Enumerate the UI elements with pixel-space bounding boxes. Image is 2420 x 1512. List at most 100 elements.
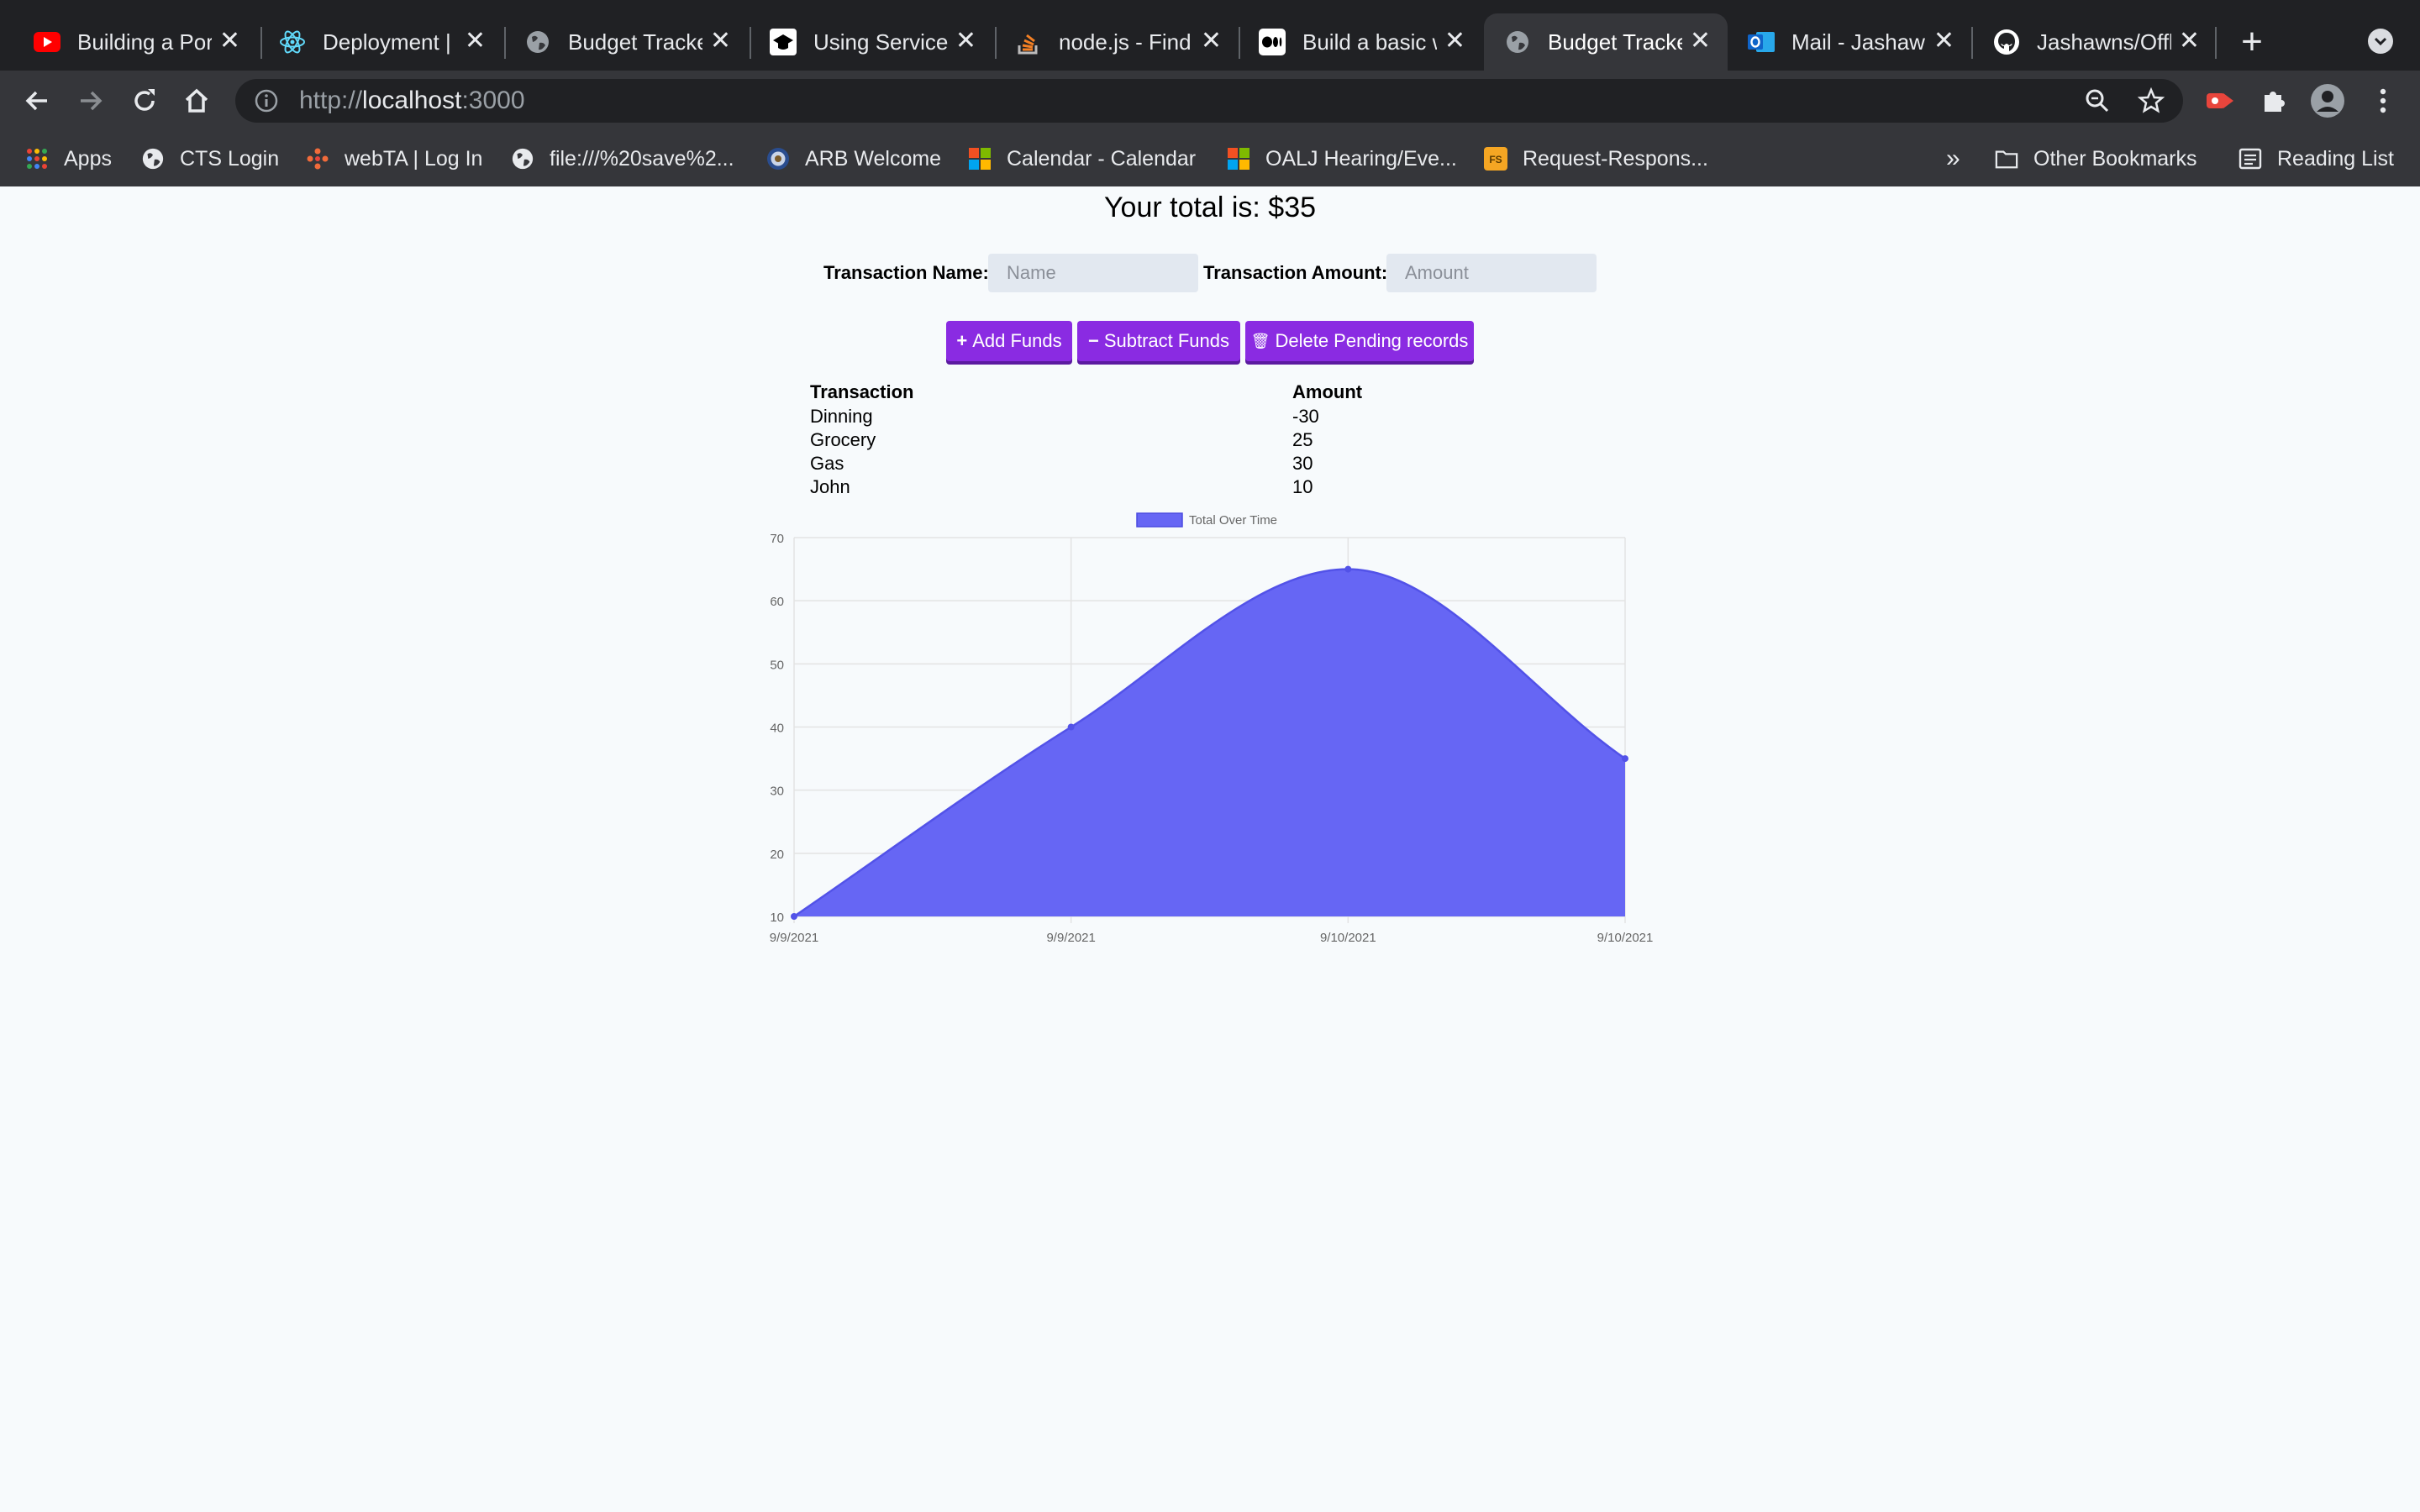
close-tab-icon[interactable]: ✕ bbox=[1690, 29, 1711, 54]
tab-title: node.js - Find bbox=[1059, 29, 1192, 55]
forward-button[interactable] bbox=[72, 82, 109, 119]
browser-tab[interactable]: Jashawns/Offl ✕ bbox=[1973, 13, 2217, 71]
other-bookmarks[interactable]: Other Bookmarks bbox=[1995, 131, 2197, 186]
tab-title: Budget Tracke bbox=[568, 29, 702, 55]
browser-tab[interactable]: Using Service ✕ bbox=[750, 13, 993, 71]
legend-label: Total Over Time bbox=[1189, 513, 1277, 528]
medium-icon bbox=[1259, 29, 1286, 55]
bookmark-apps[interactable]: Apps bbox=[25, 131, 112, 186]
legend-swatch bbox=[1136, 512, 1183, 528]
stackoverflow-icon bbox=[1015, 29, 1042, 55]
data-point bbox=[1067, 723, 1075, 731]
x-tick-label: 9/9/2021 bbox=[770, 931, 818, 945]
bookmark-label: ARB Welcome bbox=[805, 146, 942, 171]
zoom-icon[interactable] bbox=[2084, 87, 2111, 114]
bookmark-calendar[interactable]: Calendar - Calendar bbox=[968, 131, 1196, 186]
profile-avatar[interactable] bbox=[2309, 82, 2346, 119]
bookmark-label: Calendar - Calendar bbox=[1007, 146, 1197, 171]
y-tick-label: 70 bbox=[770, 532, 784, 546]
reading-list[interactable]: Reading List bbox=[2238, 131, 2394, 186]
webta-icon bbox=[307, 148, 329, 170]
bookmark-arb-welcome[interactable]: ARB Welcome bbox=[766, 131, 941, 186]
y-tick-label: 40 bbox=[770, 722, 784, 736]
browser-toolbar: http://localhost:3000 bbox=[0, 71, 2420, 131]
globe-icon bbox=[524, 29, 551, 55]
tab-title: Build a basic w bbox=[1302, 29, 1437, 55]
other-bookmarks-label: Other Bookmarks bbox=[2033, 146, 2197, 171]
y-tick-label: 20 bbox=[770, 848, 784, 862]
globe-icon bbox=[142, 148, 164, 170]
close-tab-icon[interactable]: ✕ bbox=[1201, 29, 1222, 54]
address-bar[interactable]: http://localhost:3000 bbox=[235, 79, 2183, 123]
arrow-left-icon bbox=[25, 91, 47, 111]
close-tab-icon[interactable]: ✕ bbox=[955, 29, 976, 54]
info-icon bbox=[255, 89, 278, 113]
tab-title: Jashawns/Offl bbox=[2037, 29, 2171, 55]
bookmark-label: Request-Respons... bbox=[1523, 146, 1708, 171]
y-tick-label: 50 bbox=[770, 658, 784, 672]
bookmark-file[interactable]: file:///%20save%2... bbox=[511, 131, 734, 186]
github-icon bbox=[1993, 29, 2020, 55]
new-tab-button[interactable]: + bbox=[2235, 18, 2269, 66]
bookmarks-overflow-button[interactable]: » bbox=[1946, 131, 1960, 186]
browser-tab[interactable]: Build a basic w ✕ bbox=[1239, 13, 1482, 71]
globe-icon bbox=[1504, 29, 1531, 55]
react-icon bbox=[279, 29, 306, 55]
data-point bbox=[1622, 755, 1628, 763]
tab-title: Building a Port bbox=[77, 29, 212, 55]
close-tab-icon[interactable]: ✕ bbox=[465, 29, 486, 54]
bookmark-request-response[interactable]: FS Request-Respons... bbox=[1484, 131, 1708, 186]
browser-tab[interactable]: node.js - Find ✕ bbox=[995, 13, 1239, 71]
close-tab-icon[interactable]: ✕ bbox=[1444, 29, 1465, 54]
bookmark-label: CTS Login bbox=[180, 146, 280, 171]
bookmarks-bar: Apps CTS Login webTA | Log In file:///%2… bbox=[0, 131, 2420, 187]
bookmark-label: file:///%20save%2... bbox=[550, 146, 734, 171]
reading-list-icon bbox=[2238, 148, 2262, 170]
close-tab-icon[interactable]: ✕ bbox=[2179, 29, 2200, 54]
globe-icon bbox=[512, 148, 534, 170]
reading-list-label: Reading List bbox=[2277, 146, 2394, 171]
tab-strip: Building a Port ✕ Deployment | C ✕ Budge… bbox=[0, 0, 2420, 71]
reload-icon bbox=[134, 89, 155, 111]
tab-search-button[interactable] bbox=[2368, 29, 2393, 54]
bookmark-webta[interactable]: webTA | Log In bbox=[306, 131, 482, 186]
browser-tab[interactable]: Deployment | C ✕ bbox=[259, 13, 502, 71]
bookmark-cts-login[interactable]: CTS Login bbox=[141, 131, 279, 186]
bookmark-oalj[interactable]: OALJ Hearing/Eve... bbox=[1227, 131, 1457, 186]
page-content: Your total is: $35 Transaction Name: Tra… bbox=[0, 186, 2420, 1512]
microsoft-icon bbox=[969, 148, 991, 170]
tab-title: Mail - Jashawn bbox=[1791, 29, 1926, 55]
star-icon[interactable] bbox=[2138, 87, 2165, 114]
data-point bbox=[1344, 565, 1352, 573]
kebab-menu-icon bbox=[2380, 88, 2386, 113]
browser-tab[interactable]: Mail - Jashawn ✕ bbox=[1728, 13, 1971, 71]
fs-icon: FS bbox=[1484, 147, 1507, 171]
extension-button[interactable] bbox=[2202, 82, 2238, 119]
arrow-right-icon bbox=[81, 91, 103, 111]
close-tab-icon[interactable]: ✕ bbox=[710, 29, 731, 54]
close-tab-icon[interactable]: ✕ bbox=[219, 29, 240, 54]
microsoft-icon bbox=[1228, 148, 1249, 170]
url-text: http://localhost:3000 bbox=[299, 87, 525, 114]
browser-tab[interactable]: Building a Port ✕ bbox=[13, 13, 257, 71]
series-area bbox=[794, 569, 1625, 916]
folder-icon bbox=[1995, 150, 2018, 169]
y-tick-label: 30 bbox=[770, 785, 784, 799]
close-tab-icon[interactable]: ✕ bbox=[1933, 29, 1954, 54]
browser-tab[interactable]: Budget Tracke ✕ bbox=[504, 13, 748, 71]
home-button[interactable] bbox=[178, 82, 215, 119]
browser-tab-active[interactable]: Budget Tracke ✕ bbox=[1484, 13, 1728, 71]
tab-separator bbox=[2215, 27, 2217, 59]
seal-icon bbox=[767, 148, 789, 170]
apps-grid-icon bbox=[27, 149, 47, 169]
tab-title: Deployment | C bbox=[323, 29, 457, 55]
x-tick-label: 9/10/2021 bbox=[1597, 931, 1654, 945]
back-button[interactable] bbox=[18, 82, 55, 119]
reload-button[interactable] bbox=[126, 82, 163, 119]
bookmark-label: webTA | Log In bbox=[345, 146, 483, 171]
extensions-button[interactable] bbox=[2255, 82, 2292, 119]
browser-menu-button[interactable] bbox=[2365, 82, 2402, 119]
youtube-icon bbox=[34, 29, 60, 55]
puzzle-icon bbox=[2265, 92, 2285, 112]
data-point bbox=[791, 913, 797, 920]
